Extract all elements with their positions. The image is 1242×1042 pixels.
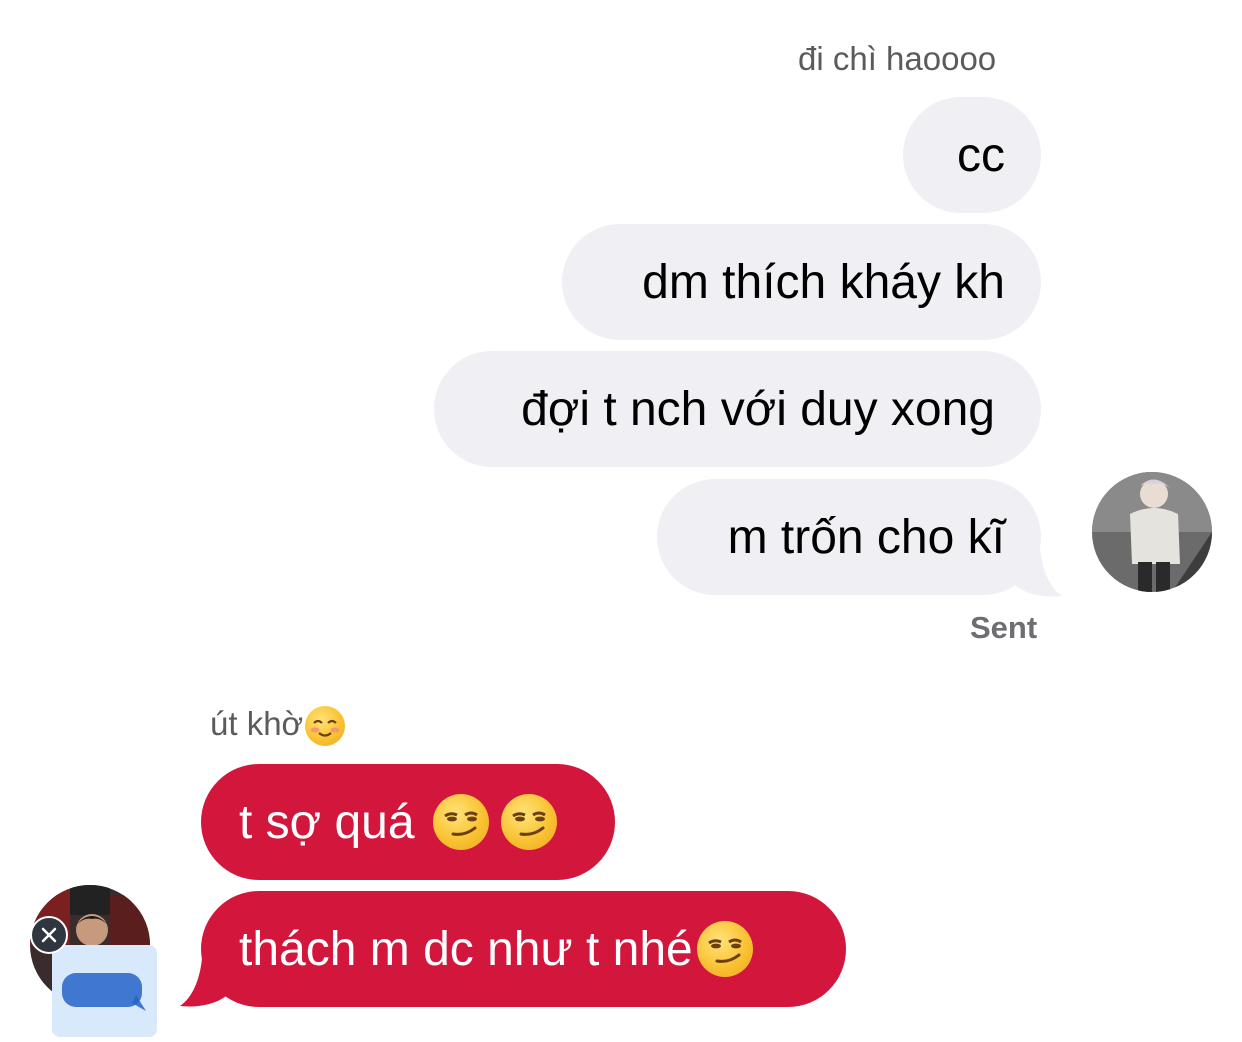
smiling-blush-emoji-icon	[305, 706, 346, 747]
smirk-emoji-icon	[500, 794, 557, 850]
chat-bubble-icon	[62, 973, 146, 1011]
message-text: thách m dc như t nhé	[239, 922, 693, 976]
avatar-photo-icon	[1092, 472, 1212, 592]
message-text: t sợ quá	[239, 795, 415, 849]
message-text: m trốn cho kĩ	[727, 510, 1005, 564]
message-bubble-outgoing[interactable]: đợi t nch với duy xong	[434, 351, 1041, 467]
message-text: đợi t nch với duy xong	[521, 382, 995, 436]
sender-name-me: đi chì haoooo	[798, 40, 997, 77]
message-text: dm thích kháy kh	[642, 255, 1005, 309]
sender-name-other: út khờ	[210, 705, 346, 747]
message-bubble-outgoing[interactable]: m trốn cho kĩ	[657, 479, 1041, 595]
overlay-card[interactable]	[52, 945, 157, 1037]
message-bubble-outgoing[interactable]: dm thích kháy kh	[562, 224, 1041, 340]
message-text: cc	[957, 128, 1005, 182]
bubble-tail-outgoing	[1010, 548, 1062, 597]
avatar-me[interactable]	[1092, 472, 1212, 592]
sender-name-text: út khờ	[210, 705, 304, 742]
bubble-tail-incoming	[180, 958, 232, 1007]
smirk-emoji-icon	[696, 921, 753, 977]
close-icon	[41, 927, 57, 943]
message-bubble-outgoing[interactable]: cc	[903, 97, 1041, 213]
message-bubble-incoming[interactable]: thách m dc như t nhé	[201, 891, 846, 1007]
message-bubble-incoming[interactable]: t sợ quá	[201, 764, 615, 880]
message-status: Sent	[970, 610, 1038, 645]
smirk-emoji-icon	[432, 794, 489, 850]
close-button[interactable]	[30, 916, 68, 954]
